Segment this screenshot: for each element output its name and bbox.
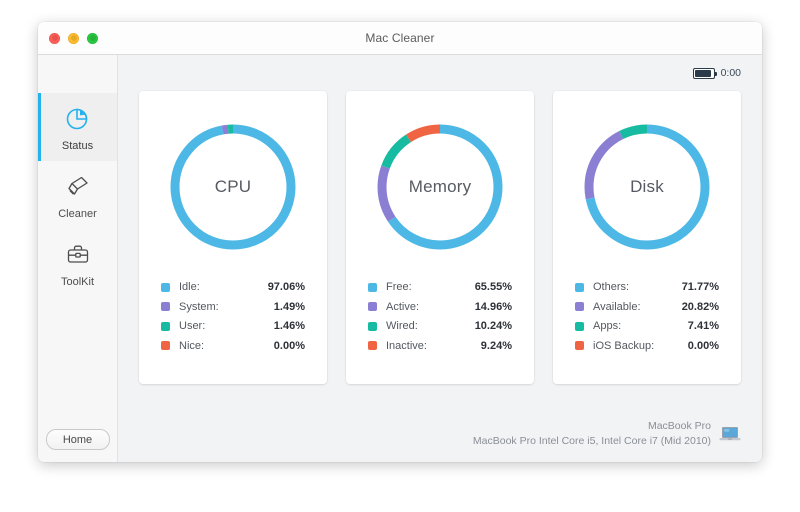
donut-center-label: CPU: [214, 177, 252, 196]
stat-cards: CPU Idle: 97.06% System: 1.49% User: 1.46% Nic…: [118, 91, 762, 408]
donut-chart-memory: Memory: [370, 117, 510, 257]
content-area: 0:00 CPU Idle: 97.06% System: 1.49% User: 1.4…: [118, 55, 762, 462]
legend-swatch: [575, 321, 584, 331]
donut-center-label: Disk: [630, 177, 664, 196]
legend-disk: Others: 71.77% Available: 20.82% Apps: 7.41% i…: [553, 281, 741, 352]
sidebar-item-status[interactable]: Status: [38, 93, 117, 161]
traffic-lights: [49, 22, 98, 54]
legend-row: Wired: 10.24%: [368, 320, 512, 332]
legend-swatch: [575, 282, 584, 292]
legend-row: Apps: 7.41%: [575, 320, 719, 332]
app-window: Mac Cleaner Status Cleaner ToolKit Home …: [38, 22, 762, 462]
legend-row: Idle: 97.06%: [161, 281, 305, 293]
legend-value: 0.00%: [273, 339, 305, 352]
sidebar-item-label: ToolKit: [60, 275, 95, 288]
legend-value: 1.46%: [273, 320, 305, 332]
legend-row: Others: 71.77%: [575, 281, 719, 293]
legend-row: Free: 65.55%: [368, 281, 512, 293]
close-button[interactable]: [49, 32, 60, 44]
legend-label: Free:: [386, 281, 412, 293]
legend-memory: Free: 65.55% Active: 14.96% Wired: 10.24% Inac…: [346, 281, 534, 352]
sidebar-nav: Status Cleaner ToolKit: [38, 93, 117, 297]
sidebar-item-toolkit[interactable]: ToolKit: [38, 229, 117, 297]
device-spec: MacBook Pro Intel Core i5, Intel Core i7…: [472, 434, 711, 447]
legend-swatch: [161, 341, 170, 350]
legend-value: 97.06%: [267, 281, 305, 293]
legend-value: 20.82%: [681, 300, 719, 313]
legend-swatch: [368, 321, 377, 331]
stat-card-cpu: CPU Idle: 97.06% System: 1.49% User: 1.46% Nic…: [139, 91, 327, 384]
device-model: MacBook Pro: [647, 419, 711, 432]
sidebar-item-label: Cleaner: [58, 207, 97, 220]
legend-swatch: [161, 282, 170, 292]
legend-row: Active: 14.96%: [368, 301, 512, 313]
window-title: Mac Cleaner: [365, 31, 435, 45]
battery-indicator[interactable]: 0:00: [692, 67, 741, 79]
battery-icon: [692, 67, 718, 79]
legend-row: iOS Backup: 0.00%: [575, 340, 719, 352]
legend-label: System:: [179, 300, 219, 313]
brush-icon: [63, 171, 93, 201]
sidebar-item-label: Status: [61, 139, 94, 152]
pie-chart-icon: [63, 103, 93, 133]
title-bar: Mac Cleaner: [38, 22, 762, 55]
legend-row: User: 1.46%: [161, 320, 305, 332]
legend-label: Idle:: [179, 281, 200, 293]
legend-label: Inactive:: [386, 339, 427, 352]
legend-swatch: [368, 302, 377, 311]
legend-row: System: 1.49%: [161, 301, 305, 313]
legend-label: Others:: [593, 281, 630, 293]
screenshot-root: Mac Cleaner Status Cleaner ToolKit Home …: [0, 0, 800, 512]
legend-label: Nice:: [179, 339, 205, 352]
legend-swatch: [161, 302, 170, 311]
device-info: MacBook Pro MacBook Pro Intel Core i5, I…: [473, 419, 711, 449]
legend-row: Inactive: 9.24%: [368, 340, 512, 352]
legend-value: 14.96%: [474, 300, 512, 313]
legend-row: Nice: 0.00%: [161, 340, 305, 352]
sidebar-footer: Home: [38, 429, 117, 462]
legend-value: 65.55%: [474, 281, 512, 293]
legend-cpu: Idle: 97.06% System: 1.49% User: 1.46% Nice: 0.…: [139, 281, 327, 352]
legend-label: Active:: [386, 300, 420, 313]
legend-swatch: [575, 341, 584, 350]
macbook-icon: [719, 426, 741, 442]
donut-chart-disk: Disk: [577, 117, 717, 257]
device-footer: MacBook Pro MacBook Pro Intel Core i5, I…: [118, 408, 762, 462]
stat-card-disk: Disk Others: 71.77% Available: 20.82% Apps: 7…: [553, 91, 741, 384]
legend-value: 7.41%: [687, 320, 719, 332]
legend-label: User:: [179, 320, 206, 332]
donut-chart-cpu: CPU: [163, 117, 303, 257]
legend-value: 71.77%: [681, 281, 719, 293]
legend-value: 9.24%: [480, 339, 512, 352]
donut-center-label: Memory: [408, 177, 472, 196]
legend-label: Wired:: [386, 320, 418, 332]
minimize-button[interactable]: [68, 32, 79, 44]
toolbox-icon: [63, 239, 93, 269]
legend-swatch: [161, 321, 170, 331]
legend-value: 1.49%: [273, 300, 305, 313]
battery-fill: [694, 69, 711, 77]
legend-label: Available:: [593, 300, 641, 313]
legend-value: 0.00%: [687, 339, 719, 352]
sidebar: Status Cleaner ToolKit Home: [38, 55, 118, 462]
window-body: Status Cleaner ToolKit Home 0:00 CPU Idl…: [38, 55, 762, 462]
stat-card-memory: Memory Free: 65.55% Active: 14.96% Wired: 10.…: [346, 91, 534, 384]
legend-swatch: [368, 282, 377, 292]
content-topbar: 0:00: [118, 55, 762, 91]
legend-label: Apps:: [593, 320, 622, 332]
sidebar-item-cleaner[interactable]: Cleaner: [38, 161, 117, 229]
battery-time: 0:00: [720, 67, 741, 79]
maximize-button[interactable]: [87, 32, 98, 44]
legend-swatch: [575, 302, 584, 311]
legend-row: Available: 20.82%: [575, 301, 719, 313]
legend-value: 10.24%: [474, 320, 512, 332]
home-button[interactable]: Home: [45, 429, 110, 450]
legend-label: iOS Backup:: [593, 339, 655, 352]
legend-swatch: [368, 341, 377, 350]
